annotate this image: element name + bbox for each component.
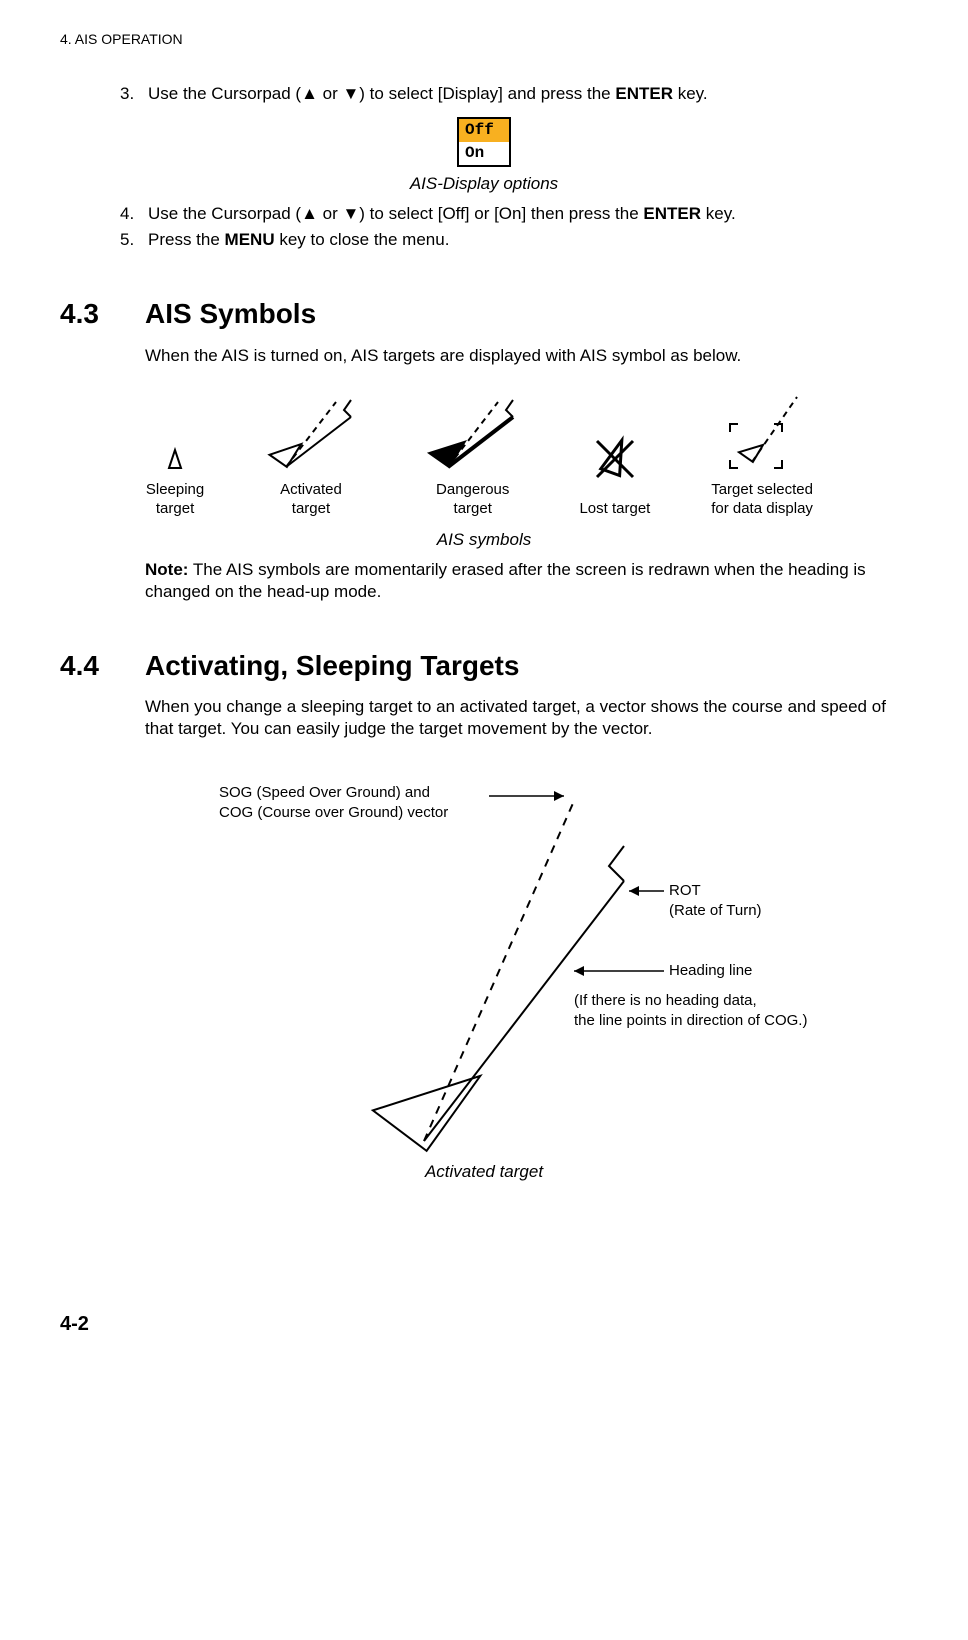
figure-caption-display-options: AIS-Display options: [60, 173, 908, 195]
text-fragment: ) to select [Display] and press the: [359, 84, 615, 103]
symbol-label: Sleeping target: [146, 480, 204, 519]
dangerous-target-symbol: Dangerous target: [418, 392, 528, 519]
section-number: 4.3: [60, 296, 145, 332]
step-5: 5. Press the MENU key to close the menu.: [120, 229, 908, 251]
activated-target-diagram: SOG (Speed Over Ground) and COG (Course …: [134, 761, 834, 1191]
text-fragment: Use the Cursorpad (: [148, 204, 301, 223]
section-4-3-note: Note: The AIS symbols are momentarily er…: [145, 559, 908, 603]
text-fragment: or: [318, 84, 343, 103]
page-number: 4-2: [60, 1311, 908, 1337]
step-5-text: Press the MENU key to close the menu.: [148, 229, 908, 251]
step-4-number: 4.: [120, 203, 148, 225]
option-on: On: [459, 142, 509, 165]
step-3-text: Use the Cursorpad (▲ or ▼) to select [Di…: [148, 83, 908, 105]
lost-target-icon: [585, 411, 645, 491]
down-triangle-icon: ▼: [342, 84, 359, 103]
down-triangle-icon: ▼: [342, 204, 359, 223]
note-label: Note:: [145, 560, 188, 579]
text-fragment: Press the: [148, 230, 225, 249]
sog-cog-label: SOG (Speed Over Ground) and COG (Course …: [219, 783, 448, 824]
selected-target-icon: [702, 392, 822, 472]
step-3: 3. Use the Cursorpad (▲ or ▼) to select …: [120, 83, 908, 105]
up-triangle-icon: ▲: [301, 84, 318, 103]
activated-target-icon: [256, 392, 366, 472]
section-number: 4.4: [60, 648, 145, 684]
figure-caption-activated-target: Activated target: [134, 1161, 834, 1184]
section-4-4-body: When you change a sleeping target to an …: [145, 696, 908, 740]
text-fragment: ) to select [Off] or [On] then press the: [359, 204, 643, 223]
up-triangle-icon: ▲: [301, 204, 318, 223]
sleeping-target-icon: [160, 402, 190, 472]
note-text: The AIS symbols are momentarily erased a…: [145, 560, 866, 601]
figure-caption-ais-symbols: AIS symbols: [60, 529, 908, 551]
option-off: Off: [459, 119, 509, 142]
text-fragment: or: [318, 204, 343, 223]
text-fragment: Use the Cursorpad (: [148, 84, 301, 103]
selected-target-symbol: Target selected for data display: [702, 392, 822, 519]
section-title: Activating, Sleeping Targets: [145, 648, 519, 684]
page-header: 4. AIS OPERATION: [60, 30, 908, 48]
menu-key-label: MENU: [225, 230, 275, 249]
step-4-text: Use the Cursorpad (▲ or ▼) to select [Of…: [148, 203, 908, 225]
enter-key-label: ENTER: [615, 84, 673, 103]
enter-key-label: ENTER: [643, 204, 701, 223]
step-5-number: 5.: [120, 229, 148, 251]
step-3-number: 3.: [120, 83, 148, 105]
symbol-label: Lost target: [579, 499, 650, 519]
symbol-label: Dangerous target: [418, 480, 528, 519]
ais-symbols-row: Sleeping target Activated target Dangero…: [120, 392, 848, 519]
cog-note-label: (If there is no heading data, the line p…: [574, 991, 807, 1032]
sleeping-target-symbol: Sleeping target: [146, 402, 204, 519]
heading-line-label: Heading line: [669, 961, 752, 981]
activated-target-symbol: Activated target: [256, 392, 366, 519]
section-4-3-heading: 4.3 AIS Symbols: [60, 296, 908, 332]
display-options-box: Off On: [457, 117, 511, 167]
text-fragment: key to close the menu.: [275, 230, 450, 249]
symbol-label: Activated target: [256, 480, 366, 519]
section-title: AIS Symbols: [145, 296, 316, 332]
section-4-3-body: When the AIS is turned on, AIS targets a…: [145, 345, 908, 367]
text-fragment: key.: [673, 84, 708, 103]
lost-target-symbol: Lost target: [579, 411, 650, 519]
rot-label: ROT (Rate of Turn): [669, 881, 762, 922]
step-4: 4. Use the Cursorpad (▲ or ▼) to select …: [120, 203, 908, 225]
section-4-4-heading: 4.4 Activating, Sleeping Targets: [60, 648, 908, 684]
symbol-label: Target selected for data display: [702, 480, 822, 519]
dangerous-target-icon: [418, 392, 528, 472]
text-fragment: key.: [701, 204, 736, 223]
